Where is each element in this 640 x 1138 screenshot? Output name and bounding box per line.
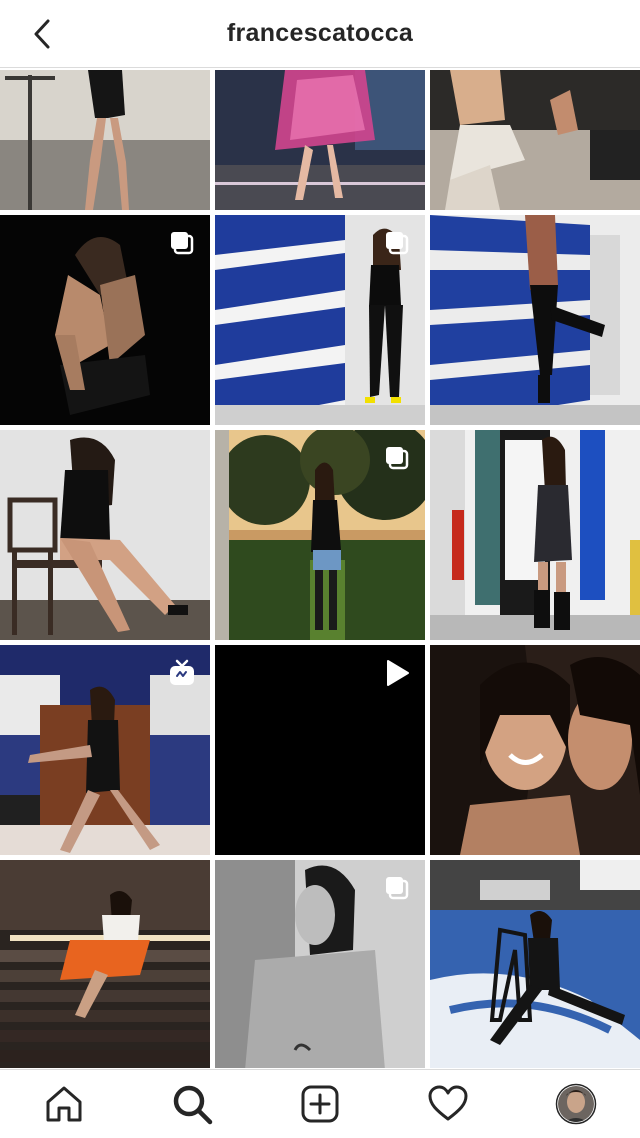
post-tile[interactable] [0, 645, 210, 855]
profile-username-title: francescatocca [226, 19, 414, 47]
multiple-photos-icon [386, 447, 409, 470]
heart-icon [428, 1085, 468, 1121]
post-tile[interactable] [430, 430, 640, 640]
post-tile[interactable] [430, 70, 640, 210]
post-thumbnail [430, 645, 640, 855]
post-tile[interactable] [0, 70, 210, 210]
nav-search-button[interactable] [170, 1082, 214, 1126]
post-tile[interactable] [0, 215, 210, 425]
post-thumbnail [0, 430, 210, 640]
post-tile[interactable] [215, 70, 425, 210]
posts-grid [0, 70, 640, 1068]
home-icon [46, 1086, 82, 1122]
multiple-photos-icon [171, 232, 194, 255]
post-thumbnail [0, 70, 210, 210]
post-thumbnail [430, 860, 640, 1068]
nav-activity-button[interactable] [426, 1082, 470, 1126]
post-tile[interactable] [0, 430, 210, 640]
post-tile[interactable] [215, 645, 425, 855]
post-tile[interactable] [215, 430, 425, 640]
bottom-tab-bar [0, 1069, 640, 1138]
post-tile[interactable] [430, 645, 640, 855]
add-post-icon [301, 1085, 339, 1123]
post-thumbnail [430, 430, 640, 640]
post-tile[interactable] [215, 860, 425, 1068]
top-bar: francescatocca [0, 0, 640, 68]
multiple-photos-icon [386, 877, 409, 900]
nav-profile-button[interactable] [554, 1082, 598, 1126]
post-thumbnail [0, 860, 210, 1068]
post-tile[interactable] [215, 215, 425, 425]
post-thumbnail [430, 70, 640, 210]
nav-home-button[interactable] [42, 1082, 86, 1126]
post-tile[interactable] [430, 215, 640, 425]
post-tile[interactable] [0, 860, 210, 1068]
profile-avatar-icon [555, 1083, 597, 1125]
search-icon [173, 1085, 213, 1125]
video-play-icon [387, 660, 409, 686]
post-tile[interactable] [430, 860, 640, 1068]
nav-new-post-button[interactable] [298, 1082, 342, 1126]
igtv-icon [170, 659, 194, 685]
post-thumbnail [430, 215, 640, 425]
post-thumbnail [215, 70, 425, 210]
multiple-photos-icon [386, 232, 409, 255]
